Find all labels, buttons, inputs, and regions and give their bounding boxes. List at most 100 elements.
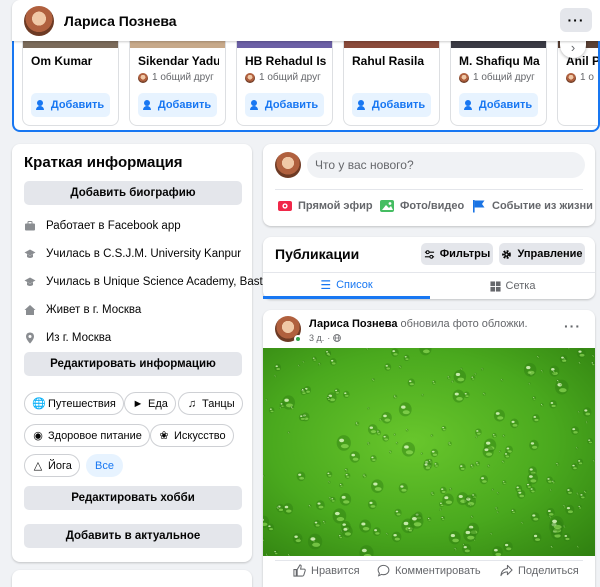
profile-avatar[interactable]: [24, 5, 54, 36]
edit-hobbies-button[interactable]: Редактировать хобби: [24, 486, 242, 510]
hobby-chip[interactable]: 🌐 Путешествия: [24, 392, 124, 415]
water-drop: [359, 519, 372, 533]
water-drop: [462, 543, 472, 554]
water-drop: [433, 461, 439, 468]
filters-button[interactable]: Фильтры: [421, 243, 493, 265]
post-options-button[interactable]: ···: [564, 318, 581, 334]
comment-button[interactable]: Комментировать: [377, 564, 481, 577]
post-author-name[interactable]: Лариса Познева: [309, 318, 397, 330]
friend-card[interactable]: HB Rehadul Islar 1 общий друг Добавить: [236, 36, 333, 126]
water-drop: [552, 370, 556, 374]
life-event-button[interactable]: Событие из жизни: [471, 199, 593, 213]
water-drop: [263, 474, 265, 478]
water-drop: [452, 389, 465, 403]
info-value[interactable]: Москва: [102, 304, 141, 316]
friend-name[interactable]: Rahul Rasila: [352, 54, 433, 68]
water-drop: [339, 482, 344, 488]
tab-grid[interactable]: Сетка: [430, 273, 595, 299]
hobby-chip[interactable]: △ Йога: [24, 454, 80, 477]
water-drop: [297, 364, 301, 367]
water-drop: [388, 450, 392, 454]
info-value[interactable]: Facebook app: [108, 220, 181, 232]
edit-info-button[interactable]: Редактировать информацию: [24, 352, 242, 376]
add-featured-button[interactable]: Добавить в актуальное: [24, 524, 242, 548]
cover-photo[interactable]: [263, 348, 595, 556]
water-drop: [585, 421, 588, 424]
water-drop: [498, 450, 502, 453]
hobby-label: Искусство: [174, 429, 226, 442]
mutual-friends: [31, 71, 118, 84]
post-time[interactable]: 3 д.: [309, 333, 324, 343]
water-drop: [447, 375, 451, 380]
water-drop: [263, 537, 265, 542]
hobby-chip[interactable]: ► Еда: [124, 392, 176, 415]
water-drop: [329, 358, 337, 366]
manage-button[interactable]: Управление: [499, 243, 585, 265]
friend-name[interactable]: Sikendar Yaduva: [138, 54, 219, 68]
water-drop: [344, 468, 349, 473]
like-icon: [293, 564, 306, 577]
friend-name[interactable]: HB Rehadul Islar: [245, 54, 326, 68]
more-options-button[interactable]: ···: [560, 8, 592, 32]
like-button[interactable]: Нравится: [293, 564, 360, 577]
water-drop: [458, 463, 466, 472]
life-event-flag-icon: [473, 200, 485, 213]
hobby-chip[interactable]: ♫ Танцы: [178, 392, 243, 415]
info-value[interactable]: Unique Science Academy, Basti: [103, 276, 265, 288]
hobby-chip[interactable]: ◉ Здоровое питание: [24, 424, 150, 447]
post-card: Лариса Познева обновила фото обложки. 3 …: [263, 310, 595, 587]
add-friend-button[interactable]: Добавить: [352, 93, 431, 117]
globe-icon: [333, 334, 342, 342]
photo-video-label: Фото/видео: [400, 200, 465, 212]
water-drop: [384, 363, 392, 371]
add-friend-button[interactable]: Добавить: [138, 93, 217, 117]
water-drop: [370, 455, 377, 463]
healthy-food-icon: ◉: [33, 430, 43, 442]
water-drop: [565, 504, 575, 515]
friend-card[interactable]: Rahul Rasila Добавить: [343, 36, 440, 126]
water-drop: [367, 406, 370, 410]
post-author-avatar[interactable]: [275, 316, 302, 343]
info-value[interactable]: Москва: [72, 332, 111, 344]
all-hobbies-chip[interactable]: Все: [86, 454, 123, 477]
info-value[interactable]: C.S.J.M. University Kanpur: [103, 248, 241, 260]
water-drop: [420, 452, 424, 455]
live-video-button[interactable]: Прямой эфир: [277, 199, 373, 213]
add-friend-button[interactable]: Добавить: [459, 93, 538, 117]
water-drop: [301, 387, 306, 393]
mutual-friends: [352, 71, 439, 84]
friend-name[interactable]: M. Shafiqu Malil: [459, 54, 540, 68]
friend-card[interactable]: Sikendar Yaduva 1 общий друг Добавить: [129, 36, 226, 126]
friend-card[interactable]: M. Shafiqu Malil 1 общий друг Добавить: [450, 36, 547, 126]
water-drop: [570, 426, 579, 435]
water-drop: [391, 348, 399, 357]
whats-new-input[interactable]: Что у вас нового?: [307, 152, 585, 178]
water-drop: [460, 367, 463, 371]
water-drop: [470, 375, 476, 381]
publications-title: Публикации: [275, 246, 360, 262]
mutual-friend-avatar: [459, 72, 469, 83]
water-drop: [575, 446, 579, 450]
add-bio-button[interactable]: Добавить биографию: [24, 181, 242, 205]
online-status-dot: [294, 335, 302, 343]
water-drop: [463, 527, 477, 542]
composer-avatar[interactable]: [275, 152, 301, 178]
mutual-friends-text: 1 общий друг: [473, 72, 535, 83]
profile-name[interactable]: Лариса Познева: [64, 13, 177, 29]
share-button[interactable]: Поделиться: [500, 564, 579, 577]
photo-video-button[interactable]: Фото/видео: [379, 199, 464, 213]
info-hometown: Из г. Москва: [24, 332, 111, 344]
gear-icon: [502, 249, 512, 259]
add-friend-button[interactable]: Добавить: [245, 93, 324, 117]
tab-list[interactable]: ☰ Список: [263, 273, 430, 299]
hobby-chip[interactable]: ❀ Искусство: [150, 424, 234, 447]
friend-name[interactable]: Om Kumar: [31, 54, 112, 68]
info-education: Училась в C.S.J.M. University Kanpur: [24, 248, 241, 260]
water-drop: [496, 491, 500, 495]
water-drop: [494, 506, 499, 511]
water-drop: [536, 355, 540, 359]
mutual-friends-text: 1 общий друг: [259, 72, 321, 83]
friend-card[interactable]: Om Kumar Добавить: [22, 36, 119, 126]
add-friend-button[interactable]: Добавить: [31, 93, 110, 117]
water-drop: [394, 508, 402, 517]
